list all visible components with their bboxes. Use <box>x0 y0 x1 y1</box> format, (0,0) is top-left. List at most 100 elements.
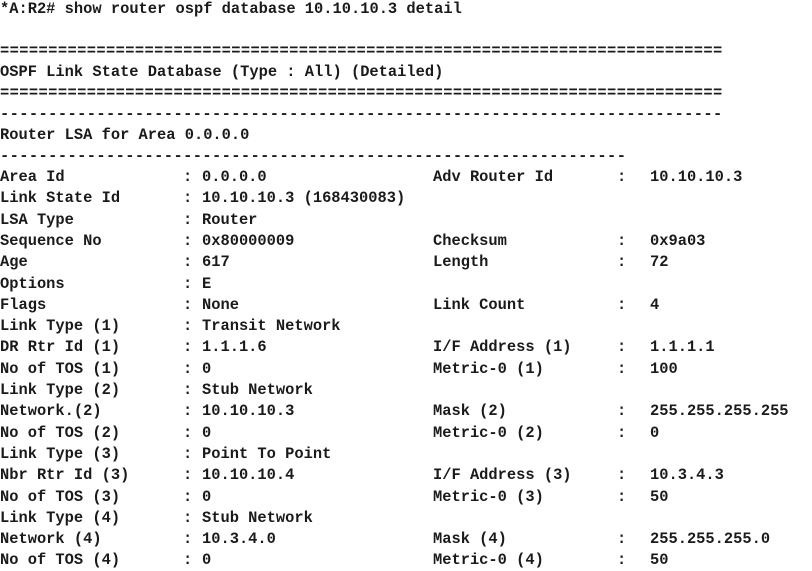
field-label: Checksum <box>433 231 507 250</box>
field-label: Metric-0 (4) <box>433 551 544 570</box>
field-label: Metric-0 (2) <box>433 423 544 442</box>
field-colon: : <box>617 423 627 442</box>
field-colon: : <box>617 487 627 506</box>
field-label: I/F Address (3) <box>433 466 572 485</box>
field-colon: : <box>183 338 193 357</box>
field-value: 0x80000009 <box>202 231 295 250</box>
field-colon: : <box>617 231 627 250</box>
field-label: Age <box>0 253 28 272</box>
field-value: E <box>202 274 212 293</box>
field-label: LSA Type <box>0 210 74 229</box>
field-value: Router <box>202 210 258 229</box>
field-value: Stub Network <box>202 381 313 399</box>
field-colon: : <box>183 444 193 463</box>
field-label: Link Type (3) <box>0 444 121 463</box>
field-value: None <box>202 295 239 314</box>
field-colon: : <box>183 274 193 293</box>
field-value: Transit Network <box>202 317 341 336</box>
field-colon: : <box>617 530 627 549</box>
field-value: 0 <box>202 359 212 378</box>
field-colon: : <box>183 210 193 229</box>
field-label: Adv Router Id <box>433 168 554 186</box>
field-value: 10.3.4.3 <box>650 466 724 485</box>
field-label: No of TOS (2) <box>0 423 121 442</box>
field-colon: : <box>617 253 627 272</box>
double-rule-top: ========================================… <box>0 42 723 60</box>
field-value: 50 <box>650 551 669 570</box>
double-rule-bottom: ========================================… <box>0 84 723 102</box>
field-value: 50 <box>650 487 669 506</box>
field-label: I/F Address (1) <box>433 338 572 357</box>
field-colon: : <box>183 317 193 336</box>
field-colon: : <box>617 551 627 570</box>
field-value: 1.1.1.6 <box>202 338 267 357</box>
field-label: Link Type (1) <box>0 317 121 336</box>
command: show router ospf database 10.10.10.3 det… <box>64 0 462 18</box>
field-label: Metric-0 (1) <box>433 359 544 378</box>
field-colon: : <box>617 338 627 357</box>
field-label: Mask (2) <box>433 402 507 421</box>
field-colon: : <box>183 423 193 442</box>
field-label: Length <box>433 253 489 272</box>
field-colon: : <box>617 466 627 485</box>
field-colon: : <box>183 381 193 399</box>
field-label: DR Rtr Id (1) <box>0 338 121 357</box>
field-colon: : <box>183 168 193 186</box>
field-label: No of TOS (4) <box>0 551 121 570</box>
field-value: 10.10.10.3 (168430083) <box>202 189 406 208</box>
section-title: Router LSA for Area 0.0.0.0 <box>0 126 250 144</box>
field-value: 4 <box>650 295 660 314</box>
field-label: Link Count <box>433 295 526 314</box>
single-rule-section: ----------------------------------------… <box>0 147 627 165</box>
field-colon: : <box>183 253 193 272</box>
field-colon: : <box>617 402 627 421</box>
single-rule-top: ----------------------------------------… <box>0 105 723 123</box>
terminal-output: *A:R2# show router ospf database 10.10.1… <box>0 0 789 569</box>
field-colon: : <box>183 551 193 570</box>
field-colon: : <box>183 466 193 485</box>
field-label: Area Id <box>0 168 65 186</box>
field-colon: : <box>617 168 627 186</box>
field-value: 10.10.10.4 <box>202 466 295 485</box>
field-label: Network (4) <box>0 530 102 549</box>
field-value: 0 <box>202 423 212 442</box>
field-value: 1.1.1.1 <box>650 338 715 357</box>
table-title: OSPF Link State Database (Type : All) (D… <box>0 63 444 81</box>
field-colon: : <box>617 295 627 314</box>
field-colon: : <box>183 402 193 421</box>
prompt: *A:R2# <box>0 0 56 18</box>
field-colon: : <box>183 530 193 549</box>
field-label: No of TOS (3) <box>0 487 121 506</box>
field-value: 255.255.255.0 <box>650 530 771 549</box>
field-label: Mask (4) <box>433 530 507 549</box>
field-value: 10.3.4.0 <box>202 530 276 549</box>
field-label: Sequence No <box>0 231 102 250</box>
field-value: 0 <box>202 487 212 506</box>
field-colon: : <box>183 487 193 506</box>
field-label: Link State Id <box>0 189 121 208</box>
command-line: *A:R2# show router ospf database 10.10.1… <box>0 0 462 20</box>
field-label: Metric-0 (3) <box>433 487 544 506</box>
field-label: Link Type (2) <box>0 381 121 399</box>
field-label: Link Type (4) <box>0 508 121 527</box>
field-value: 0 <box>202 551 212 570</box>
field-value: 0.0.0.0 <box>202 168 267 186</box>
field-colon: : <box>183 231 193 250</box>
field-value: 72 <box>650 253 669 272</box>
field-label: Network.(2) <box>0 402 102 421</box>
field-value: 100 <box>650 359 678 378</box>
field-value: 255.255.255.255 <box>650 402 789 421</box>
field-value: 617 <box>202 253 230 272</box>
field-colon: : <box>617 359 627 378</box>
field-label: Nbr Rtr Id (3) <box>0 466 130 485</box>
field-colon: : <box>183 189 193 208</box>
field-colon: : <box>183 359 193 378</box>
field-value: 10.10.10.3 <box>650 168 743 186</box>
field-colon: : <box>183 508 193 527</box>
field-value: 0 <box>650 423 660 442</box>
field-value: 10.10.10.3 <box>202 402 295 421</box>
field-colon: : <box>183 295 193 314</box>
field-value: Stub Network <box>202 508 313 527</box>
field-label: Flags <box>0 295 47 314</box>
field-value: Point To Point <box>202 444 332 463</box>
